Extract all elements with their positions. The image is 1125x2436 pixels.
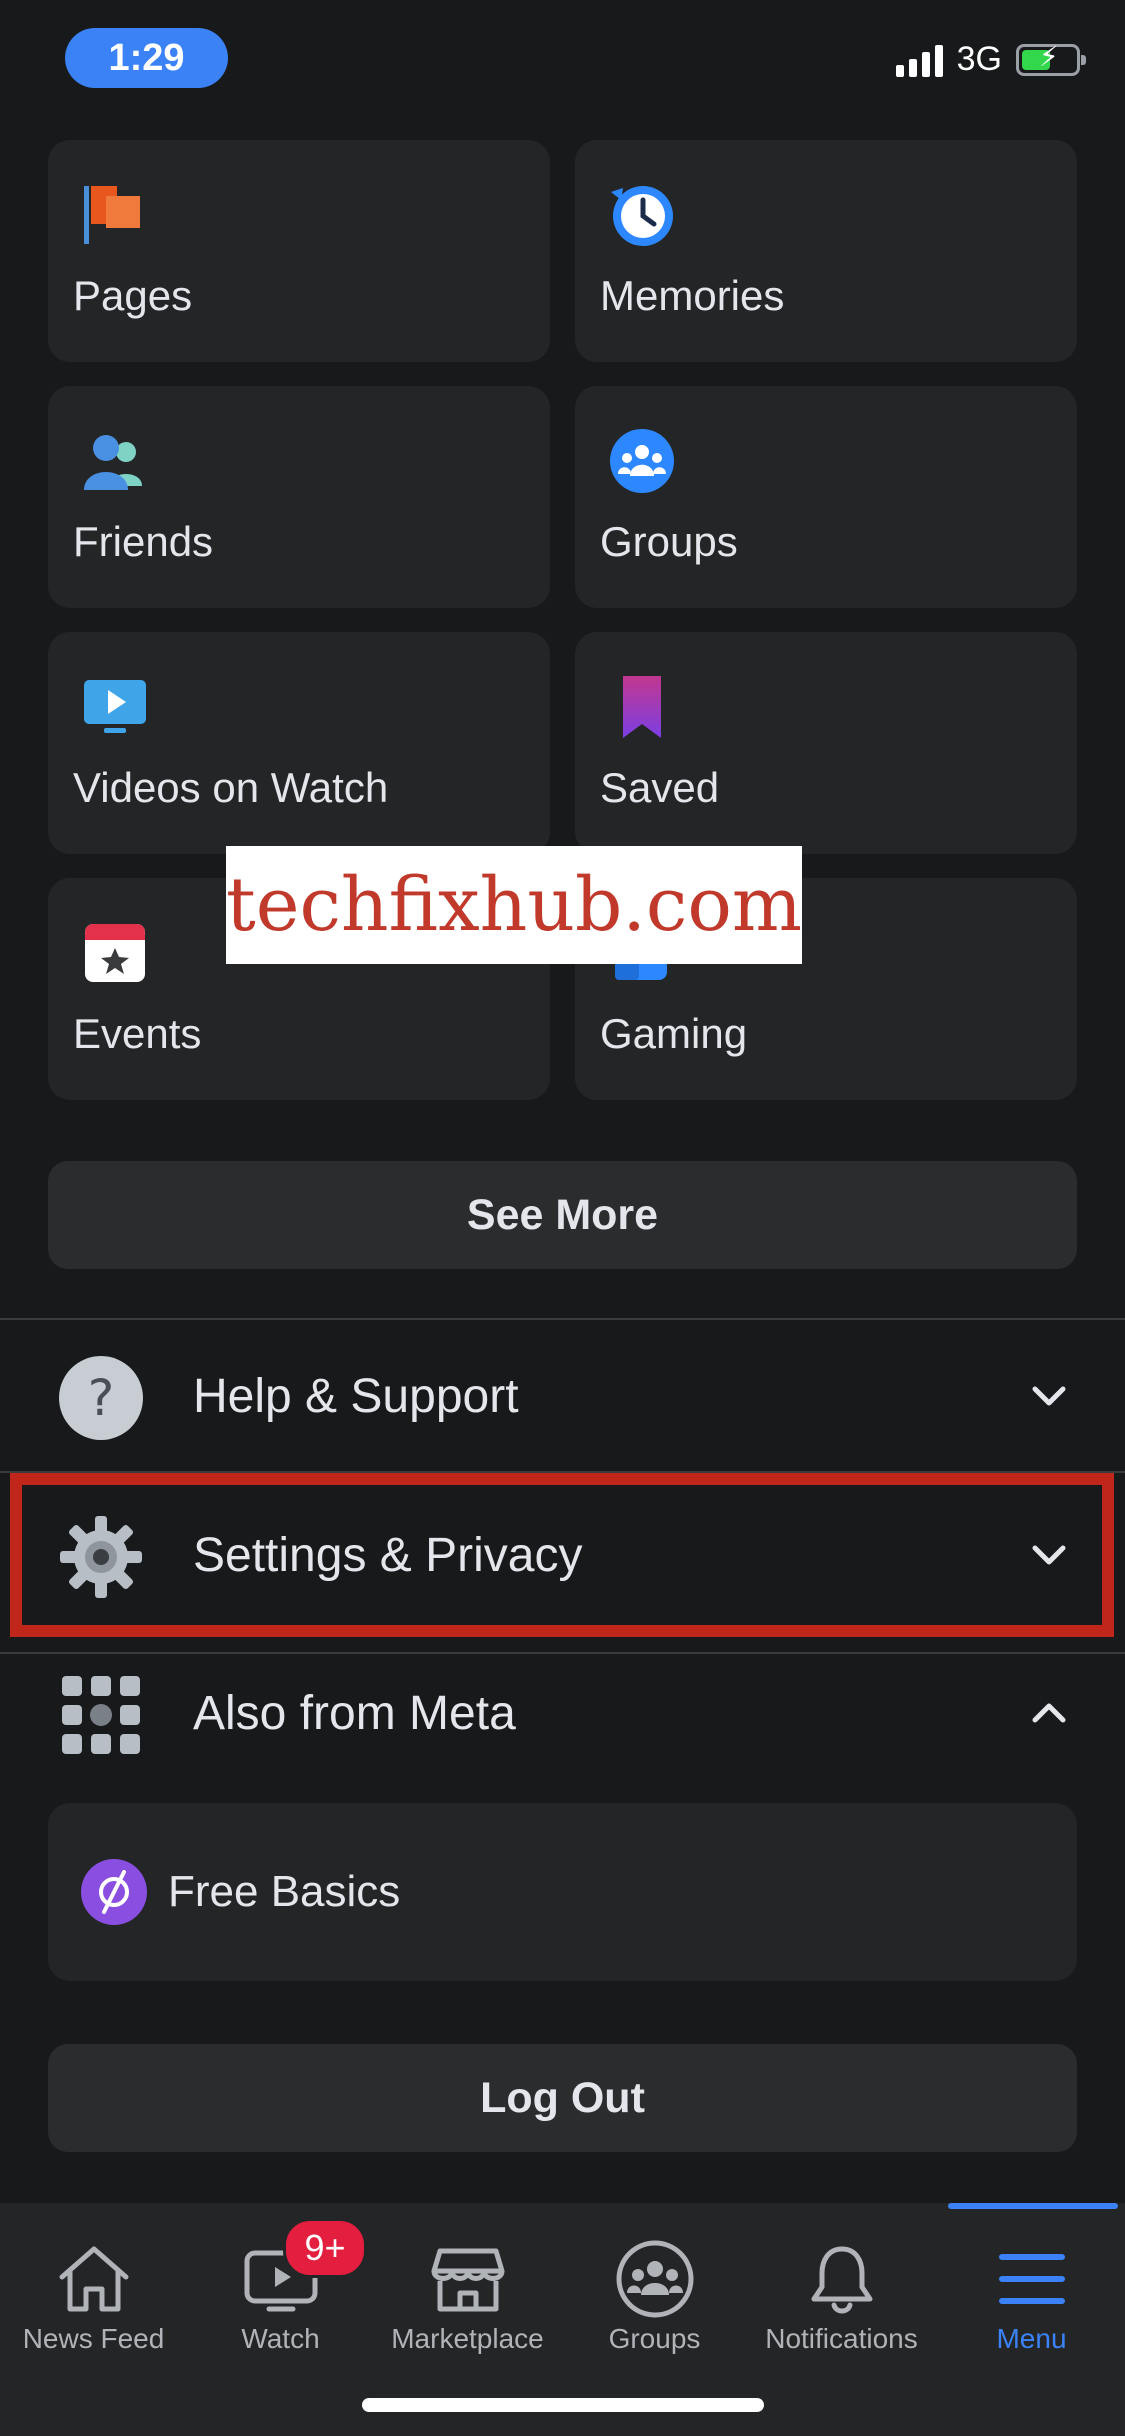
events-calendar-icon xyxy=(85,924,145,982)
watch-notification-badge: 9+ xyxy=(283,2218,367,2278)
help-support-label: Help & Support xyxy=(193,1369,519,1423)
highlight-box xyxy=(10,1473,1114,1637)
chevron-down-icon[interactable] xyxy=(1029,1376,1069,1416)
groups-icon xyxy=(616,2240,693,2318)
saved-bookmark-icon xyxy=(623,676,661,738)
memories-clock-icon xyxy=(611,186,673,246)
network-type: 3G xyxy=(956,40,1002,78)
log-out-button[interactable]: Log Out xyxy=(48,2044,1077,2152)
chevron-up-icon[interactable] xyxy=(1029,1693,1069,1733)
shortcut-videos-on-watch[interactable]: Videos on Watch xyxy=(48,632,550,854)
shortcut-pages[interactable]: Pages xyxy=(48,140,550,362)
tab-label: Menu xyxy=(996,2323,1067,2354)
shortcut-label: Gaming xyxy=(600,1010,748,1057)
watermark-overlay: techfixhub.com xyxy=(226,846,802,964)
home-icon xyxy=(59,2246,128,2312)
friends-icon xyxy=(84,435,142,490)
signal-icon xyxy=(895,43,943,77)
tab-label: Marketplace xyxy=(391,2323,544,2354)
tab-groups[interactable]: Groups xyxy=(561,2203,748,2403)
shortcut-label: Videos on Watch xyxy=(73,764,389,811)
apps-grid-icon xyxy=(62,1676,140,1754)
shortcut-label: Events xyxy=(73,1010,202,1057)
battery-icon: ⚡ xyxy=(1016,42,1086,76)
status-time: 1:29 xyxy=(65,28,228,88)
see-more-button[interactable]: See More xyxy=(48,1161,1077,1269)
free-basics-label: Free Basics xyxy=(168,1867,401,1916)
also-from-meta-row[interactable]: Also from Meta xyxy=(0,1638,1125,1788)
tab-label: Notifications xyxy=(765,2323,918,2354)
marketplace-store-icon xyxy=(431,2248,504,2312)
hamburger-menu-icon xyxy=(998,2254,1065,2304)
shortcut-label: Groups xyxy=(600,518,738,565)
shortcut-label: Friends xyxy=(73,518,214,565)
video-watch-icon xyxy=(84,680,146,733)
tab-notifications[interactable]: Notifications xyxy=(748,2203,935,2403)
bell-icon xyxy=(811,2246,872,2314)
home-indicator[interactable] xyxy=(362,2398,764,2412)
tab-label: Groups xyxy=(608,2323,701,2354)
help-question-icon: ? xyxy=(59,1356,143,1440)
tab-label: News Feed xyxy=(22,2323,165,2354)
tab-news-feed[interactable]: News Feed xyxy=(0,2203,187,2403)
shortcut-saved[interactable]: Saved xyxy=(575,632,1077,854)
pages-flag-icon xyxy=(84,186,140,244)
shortcut-groups[interactable]: Groups xyxy=(575,386,1077,608)
status-indicators: 3G ⚡ xyxy=(895,40,1086,79)
divider xyxy=(0,1318,1125,1320)
shortcut-friends[interactable]: Friends xyxy=(48,386,550,608)
shortcut-label: Memories xyxy=(600,272,785,319)
tab-menu[interactable]: Menu xyxy=(938,2203,1125,2403)
tab-marketplace[interactable]: Marketplace xyxy=(374,2203,561,2403)
help-support-row[interactable]: ? Help & Support xyxy=(0,1321,1125,1471)
tab-label: Watch xyxy=(241,2323,320,2354)
free-basics-card[interactable]: Free Basics xyxy=(48,1803,1077,1981)
shortcut-label: Pages xyxy=(73,272,193,319)
svg-text:?: ? xyxy=(88,1369,115,1427)
shortcut-label: Saved xyxy=(600,764,720,811)
groups-icon xyxy=(610,429,674,493)
shortcut-memories[interactable]: Memories xyxy=(575,140,1077,362)
also-from-meta-label: Also from Meta xyxy=(193,1686,516,1740)
free-basics-icon xyxy=(81,1859,147,1925)
